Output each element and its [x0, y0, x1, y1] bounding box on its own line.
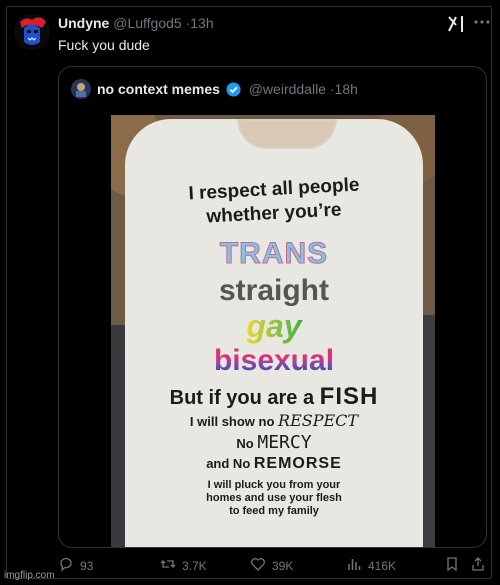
views-count: 416K: [368, 558, 397, 573]
pluck-line-2: homes and use your flesh: [206, 492, 342, 504]
pluck-line-3: to feed my family: [229, 505, 319, 517]
quote-timestamp[interactable]: 18h: [335, 81, 358, 97]
like-button[interactable]: 39K: [250, 556, 293, 575]
action-bar: 93 3.7K 39K 416K: [58, 556, 488, 576]
share-button[interactable]: [470, 556, 486, 575]
remorse-prefix: and No: [206, 456, 254, 471]
quote-author-handle[interactable]: @weirddalle: [249, 81, 326, 97]
fish-prefix: But if you are a: [169, 387, 320, 409]
watermark: imgflip.com: [4, 570, 55, 581]
repost-count: 3.7K: [182, 558, 207, 573]
respect-word: RESPECT: [278, 411, 359, 430]
like-count: 39K: [272, 558, 294, 573]
mercy-word: MERCY: [257, 432, 312, 453]
more-icon[interactable]: [472, 12, 492, 32]
repost-icon: [160, 556, 176, 575]
share-icon: [470, 556, 486, 575]
reply-icon: [58, 556, 74, 575]
tweet-text: Fuck you dude: [58, 37, 150, 53]
grok-icon[interactable]: [446, 14, 466, 34]
shirt-bisexual: bisexual: [125, 344, 423, 378]
heart-icon: [250, 556, 266, 575]
shirt-remorse-line: and No REMORSE: [125, 455, 423, 473]
quote-header: no context memes @weirddalle ·18h: [97, 81, 358, 97]
quote-avatar[interactable]: [71, 79, 91, 99]
respect-prefix: I will show no: [189, 414, 279, 429]
quoted-tweet[interactable]: no context memes @weirddalle ·18h I resp…: [58, 66, 487, 548]
tshirt-photo[interactable]: I respect all people whether you’re TRAN…: [111, 115, 435, 547]
shirt-respect-line: I will show no RESPECT: [125, 411, 423, 430]
reply-count: 93: [80, 558, 94, 573]
pluck-line-1: I will pluck you from your: [207, 479, 341, 491]
shirt-straight: straight: [218, 274, 329, 307]
avatar[interactable]: [14, 14, 50, 50]
shirt-fish-line: But if you are a FISH: [125, 383, 423, 411]
remorse-word: REMORSE: [253, 455, 342, 472]
bookmark-button[interactable]: [444, 556, 460, 575]
views-button[interactable]: 416K: [346, 556, 396, 575]
mercy-prefix: No: [236, 436, 258, 451]
tweet-header: Undyne @Luffgod5 ·13h: [58, 15, 214, 31]
verified-badge-icon: [226, 82, 241, 97]
reply-button[interactable]: 93: [58, 556, 93, 575]
bookmark-icon: [444, 556, 460, 575]
shirt-gay: gay: [125, 308, 423, 345]
author-handle[interactable]: @Luffgod5: [113, 15, 181, 31]
shirt-trans: TRANS: [219, 237, 329, 271]
tshirt: I respect all people whether you’re TRAN…: [125, 119, 423, 547]
repost-button[interactable]: 3.7K: [160, 556, 207, 575]
shirt-pluck-text: I will pluck you from your homes and use…: [125, 479, 423, 518]
shirt-collar: [237, 119, 337, 149]
views-icon: [346, 556, 362, 575]
timestamp[interactable]: 13h: [190, 15, 213, 31]
author-name[interactable]: Undyne: [58, 15, 109, 31]
fish-word: FISH: [319, 383, 379, 410]
shirt-mercy-line: No MERCY: [125, 432, 423, 453]
quote-author-name[interactable]: no context memes: [97, 81, 220, 97]
